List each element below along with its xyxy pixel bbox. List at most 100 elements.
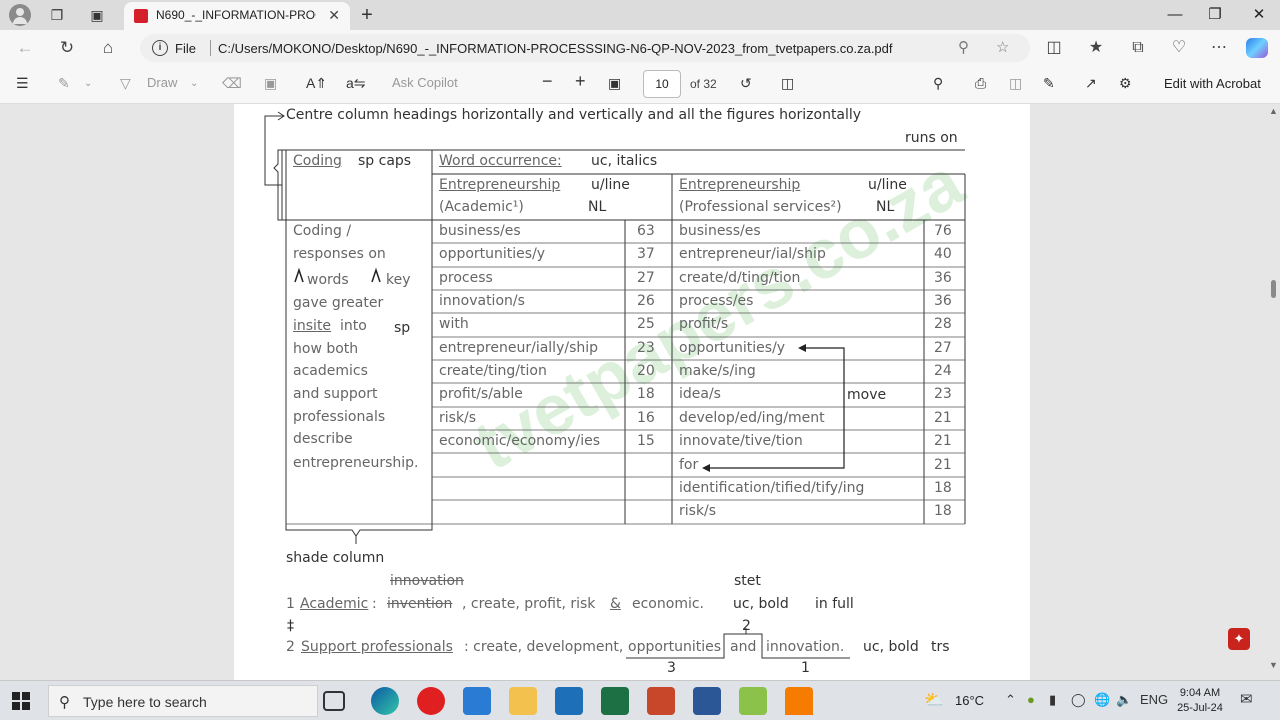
restore-button[interactable]: ❐ [1200, 3, 1230, 27]
browser-essentials-icon[interactable]: ♡ [1166, 36, 1192, 60]
weather-temperature[interactable]: 16°C [955, 693, 984, 708]
edge-icon[interactable] [371, 687, 399, 715]
task-view-icon[interactable] [323, 691, 345, 711]
footnote-2-number: 2 [286, 639, 295, 655]
start-button[interactable] [12, 692, 30, 710]
word-icon[interactable] [693, 687, 721, 715]
print-icon[interactable]: ⎙ [975, 75, 986, 92]
contents-icon[interactable]: ☰ [16, 75, 29, 92]
instruction-text: Centre column headings horizontally and … [286, 107, 862, 123]
professional-count: 40 [934, 246, 952, 262]
text-box-icon[interactable]: ▣ [264, 75, 277, 92]
coding-line: describe [293, 431, 353, 447]
vertical-scrollbar[interactable]: ▲ ▼ [1266, 104, 1280, 680]
scroll-up-icon[interactable]: ▲ [1269, 106, 1278, 116]
professional-word: idea/s [679, 386, 721, 402]
save-as-icon[interactable]: ✎ [1043, 75, 1055, 92]
excel-icon[interactable] [601, 687, 629, 715]
ask-copilot-button[interactable]: Ask Copilot [392, 75, 458, 90]
professional-count: 27 [934, 340, 952, 356]
tray-app-icon[interactable]: ● [1027, 692, 1035, 707]
profile-avatar[interactable] [9, 4, 31, 26]
volume-icon[interactable]: 🔈 [1116, 692, 1132, 708]
pdf-file-icon [134, 9, 148, 23]
copilot-icon[interactable] [1246, 38, 1268, 58]
page-number-input[interactable]: 10 [643, 70, 681, 98]
edit-with-acrobat-button[interactable]: Edit with Acrobat [1164, 76, 1261, 91]
powerpoint-icon[interactable] [647, 687, 675, 715]
footnote-double-dagger: ‡ [287, 618, 294, 634]
address-url[interactable]: C:/Users/MOKONO/Desktop/N690_-_INFORMATI… [218, 41, 893, 56]
header-coding-mark: sp caps [358, 153, 412, 169]
site-info-icon[interactable]: i [152, 40, 168, 56]
read-aloud-icon[interactable]: A⇑ [306, 75, 327, 92]
draw-icon[interactable]: ▽ [120, 75, 131, 92]
split-screen-icon[interactable]: ◫ [1041, 36, 1067, 60]
academic-count: 16 [637, 410, 655, 426]
file-explorer-icon[interactable] [509, 687, 537, 715]
scroll-down-icon[interactable]: ▼ [1269, 660, 1278, 670]
search-pdf-icon[interactable]: ⚲ [933, 75, 943, 92]
system-clock[interactable]: 9:04 AM 25-Jul-24 [1172, 686, 1228, 716]
fullscreen-icon[interactable]: ↗ [1085, 75, 1097, 92]
input-language[interactable]: ENG [1140, 692, 1168, 707]
erase-icon[interactable]: ⌫ [222, 75, 242, 92]
professional-word: process/es [679, 293, 754, 309]
home-icon[interactable]: ⌂ [95, 36, 121, 60]
store-icon[interactable] [463, 687, 491, 715]
footnote-1-text: , create, profit, risk [462, 596, 596, 612]
notifications-icon[interactable]: ✉ [1240, 690, 1253, 708]
zoom-out-icon[interactable]: − [542, 71, 553, 92]
header-word-occurrence: Word occurrence: [439, 153, 562, 169]
workspaces-icon[interactable]: ❐ [46, 4, 68, 26]
highlight-icon[interactable]: ✎ [58, 75, 70, 92]
professional-count: 18 [934, 480, 952, 496]
academic-count: 37 [637, 246, 655, 262]
close-tab-icon[interactable]: ✕ [328, 7, 340, 24]
tray-status-icon[interactable]: ◯ [1071, 692, 1086, 708]
mail-icon[interactable] [555, 687, 583, 715]
network-globe-icon[interactable]: 🌐 [1094, 692, 1110, 708]
minimize-button[interactable]: — [1160, 3, 1190, 27]
more-menu-icon[interactable]: ⋯ [1206, 36, 1232, 60]
favorites-icon[interactable]: ★ [1083, 36, 1109, 60]
new-tab-icon[interactable]: + [356, 4, 378, 26]
close-window-button[interactable]: ✕ [1244, 3, 1274, 27]
refresh-icon[interactable]: ↻ [54, 36, 80, 60]
media-player-icon[interactable] [417, 687, 445, 715]
rotate-icon[interactable]: ↺ [740, 75, 752, 92]
address-bar[interactable]: i File C:/Users/MOKONO/Desktop/N690_-_IN… [140, 34, 1030, 62]
page-view-icon[interactable]: ◫ [781, 75, 794, 92]
save-icon[interactable]: ◫ [1009, 75, 1022, 92]
coding-line: how both [293, 341, 359, 357]
settings-gear-icon[interactable]: ⚙ [1119, 75, 1132, 92]
move-mark: move [847, 387, 887, 403]
taskbar-search[interactable]: ⚲ Type here to search [48, 685, 318, 717]
coding-line: professionals [293, 409, 386, 425]
collections-icon[interactable]: ⧉ [1125, 36, 1151, 60]
game-icon[interactable] [739, 687, 767, 715]
draw-dropdown-icon[interactable]: ⌄ [190, 78, 198, 89]
vlc-icon[interactable] [785, 687, 813, 715]
translate-icon[interactable]: a⇋ [346, 75, 366, 92]
tab-pdf-document[interactable]: N690_-_INFORMATION-PROCESS ✕ [124, 2, 350, 30]
scrollbar-thumb[interactable] [1271, 280, 1276, 298]
academic-count: 26 [637, 293, 655, 309]
tab-title: N690_-_INFORMATION-PROCESS [156, 8, 316, 22]
acrobat-icon[interactable]: ✦ [1228, 628, 1250, 650]
academic-count: 25 [637, 316, 655, 332]
highlight-dropdown-icon[interactable]: ⌄ [84, 78, 92, 89]
zoom-in-icon[interactable]: + [575, 71, 586, 92]
battery-icon[interactable]: ▮ [1049, 692, 1056, 708]
draw-label[interactable]: Draw [147, 75, 177, 90]
fit-page-icon[interactable]: ▣ [608, 75, 621, 92]
professional-word: identification/tified/tify/ing [679, 480, 865, 496]
pdf-viewer[interactable]: tvetpapers.co.za Centre column headings … [0, 104, 1280, 680]
back-icon[interactable]: ← [12, 36, 38, 60]
tab-actions-icon[interactable]: ▣ [86, 4, 108, 26]
show-hidden-icons[interactable]: ⌃ [1005, 692, 1016, 708]
favorite-star-icon[interactable]: ☆ [996, 38, 1009, 56]
weather-icon[interactable]: ⛅ [924, 690, 944, 710]
professional-word: develop/ed/ing/ment [679, 410, 825, 426]
zoom-icon[interactable]: ⚲ [958, 38, 969, 56]
